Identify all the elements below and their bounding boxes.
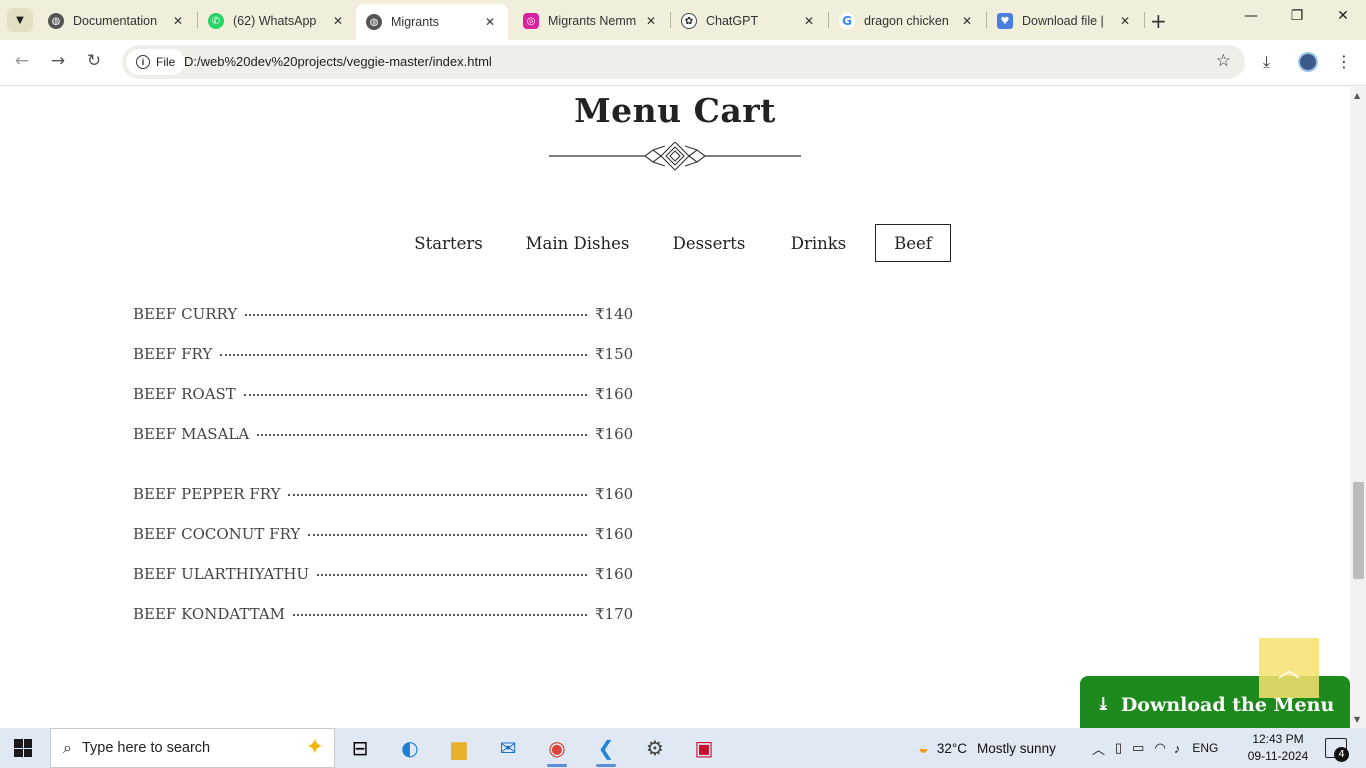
tab-instagram[interactable]: ◎ Migrants Nemm ✕ [513,6,669,36]
taskbar-clock[interactable]: 12:43 PM 09-11-2024 [1240,731,1316,765]
partly-sunny-icon: ◒ [918,737,929,758]
search-icon: ⌕ [63,738,72,757]
device-icon[interactable]: ▯ [1115,740,1122,756]
whatsapp-icon: ✆ [208,13,224,29]
volume-icon[interactable]: ♪ [1174,741,1181,756]
chevron-up-icon: ︿ [1277,658,1300,683]
weather-widget[interactable]: ◒ 32°C Mostly sunny [918,728,1056,768]
menu-item: BEEF COCONUT FRY ₹160 [133,525,634,543]
minimize-icon[interactable]: — [1236,8,1266,24]
tab-separator [1144,12,1145,28]
dotted-leader [257,434,587,436]
close-icon[interactable]: ✕ [170,14,186,28]
tab-beef[interactable]: Beef [875,224,951,262]
bookmark-star-icon[interactable]: ☆ [1216,51,1231,71]
address-bar[interactable]: i File D:/web%20dev%20projects/veggie-ma… [122,45,1245,79]
back-arrow-icon[interactable]: ← [10,51,34,71]
system-tray: ︿ ▯ ▭ ◠ ♪ ENG [1092,739,1219,758]
edge-icon[interactable]: ◐ [390,732,430,764]
page-scrollbar[interactable]: ▲ ▼ [1350,87,1366,728]
url-text[interactable]: D:/web%20dev%20projects/veggie-master/in… [184,54,492,69]
forward-arrow-icon[interactable]: → [46,51,70,71]
browser-tab-strip: ▼ ◍ Documentation ✕ ✆ (62) WhatsApp ✕ ◍ … [0,0,1366,40]
reload-icon[interactable]: ↻ [82,51,106,71]
restore-icon[interactable]: ❐ [1282,8,1312,24]
windows-start-icon[interactable] [14,739,32,757]
instagram-icon: ◎ [523,13,539,29]
dotted-leader [220,354,587,356]
file-explorer-icon[interactable]: ▆ [439,732,479,764]
menu-item: BEEF CURRY ₹140 [133,305,634,323]
sparkle-icon: ✦ [305,735,324,760]
tab-download-file[interactable]: ♥ Download file | ✕ [987,6,1143,36]
tab-documentation[interactable]: ◍ Documentation ✕ [38,6,196,36]
chrome-icon[interactable]: ◉ [537,732,577,767]
battery-icon[interactable]: ▭ [1132,740,1144,756]
close-icon[interactable]: ✕ [643,14,659,28]
close-icon[interactable]: ✕ [330,14,346,28]
vscode-icon[interactable]: ❮ [586,732,626,767]
google-icon: G [839,13,855,29]
browser-toolbar: ← → ↻ i File D:/web%20dev%20projects/veg… [0,40,1366,86]
scroll-down-arrow-icon[interactable]: ▼ [1354,715,1360,724]
taskbar-search-box[interactable]: ⌕ Type here to search ✦ [50,728,335,768]
dotted-leader [317,574,587,576]
dotted-leader [293,614,587,616]
page-title: Menu Cart [574,91,776,130]
menu-item: BEEF MASALA ₹160 [133,425,634,443]
dotted-leader [308,534,587,536]
tab-drinks[interactable]: Drinks [781,224,856,262]
back-to-top-button[interactable]: ︿ [1259,638,1319,698]
close-icon[interactable]: ✕ [959,14,975,28]
close-icon[interactable]: ✕ [801,14,817,28]
dotted-leader [288,494,587,496]
menu-item: BEEF ROAST ₹160 [133,385,634,403]
tab-starters[interactable]: Starters [405,224,492,262]
close-icon[interactable]: ✕ [1117,14,1133,28]
globe-icon: ◍ [48,13,64,29]
settings-gear-icon[interactable]: ⚙ [635,732,675,764]
download-icon[interactable]: ⤓ [1263,52,1270,72]
task-view-icon[interactable]: ⊟ [340,732,380,764]
acrobat-icon[interactable]: ▣ [684,732,724,764]
tab-migrants[interactable]: ◍ Migrants ✕ [356,4,508,40]
site-info-chip[interactable]: i File [126,49,186,75]
more-menu-icon[interactable]: ⋮ [1336,52,1352,71]
mail-icon[interactable]: ✉ [488,732,528,764]
scroll-up-arrow-icon[interactable]: ▲ [1354,91,1360,100]
window-close-icon[interactable]: ✕ [1328,8,1358,24]
new-tab-button[interactable]: + [1150,9,1167,33]
tab-desserts[interactable]: Desserts [663,224,755,262]
dotted-leader [243,394,587,396]
menu-item: BEEF PEPPER FRY ₹160 [133,485,634,503]
scroll-thumb[interactable] [1353,482,1364,579]
tab-chatgpt[interactable]: ✿ ChatGPT ✕ [671,6,827,36]
tab-search-button[interactable]: ▼ [7,8,33,32]
close-icon[interactable]: ✕ [482,15,498,29]
profile-avatar[interactable] [1298,52,1318,72]
download-icon: ⤓ [1095,694,1111,715]
chevron-up-icon[interactable]: ︿ [1092,739,1105,758]
tab-google-search[interactable]: G dragon chicken ✕ [829,6,985,36]
menu-item: BEEF KONDATTAM ₹170 [133,605,634,623]
menu-item: BEEF ULARTHIYATHU ₹160 [133,565,634,583]
tab-main-dishes[interactable]: Main Dishes [518,224,637,262]
notification-badge: 4 [1334,747,1349,762]
globe-icon: ◍ [366,14,382,30]
ornament-divider-icon [549,142,801,171]
page-content: Menu Cart Starters Main Dishes Desserts … [0,87,1350,728]
tab-whatsapp[interactable]: ✆ (62) WhatsApp ✕ [198,6,356,36]
chatgpt-icon: ✿ [681,13,697,29]
menu-item: BEEF FRY ₹150 [133,345,634,363]
menu-category-tabs: Starters Main Dishes Desserts Drinks Bee… [0,224,1350,262]
info-icon: i [136,55,150,69]
wifi-icon[interactable]: ◠ [1154,740,1165,756]
dotted-leader [245,314,587,316]
windows-taskbar: ⌕ Type here to search ✦ ⊟ ◐ ▆ ✉ ◉ ❮ ⚙ ▣ … [0,728,1366,768]
gemini-icon: ♥ [997,13,1013,29]
